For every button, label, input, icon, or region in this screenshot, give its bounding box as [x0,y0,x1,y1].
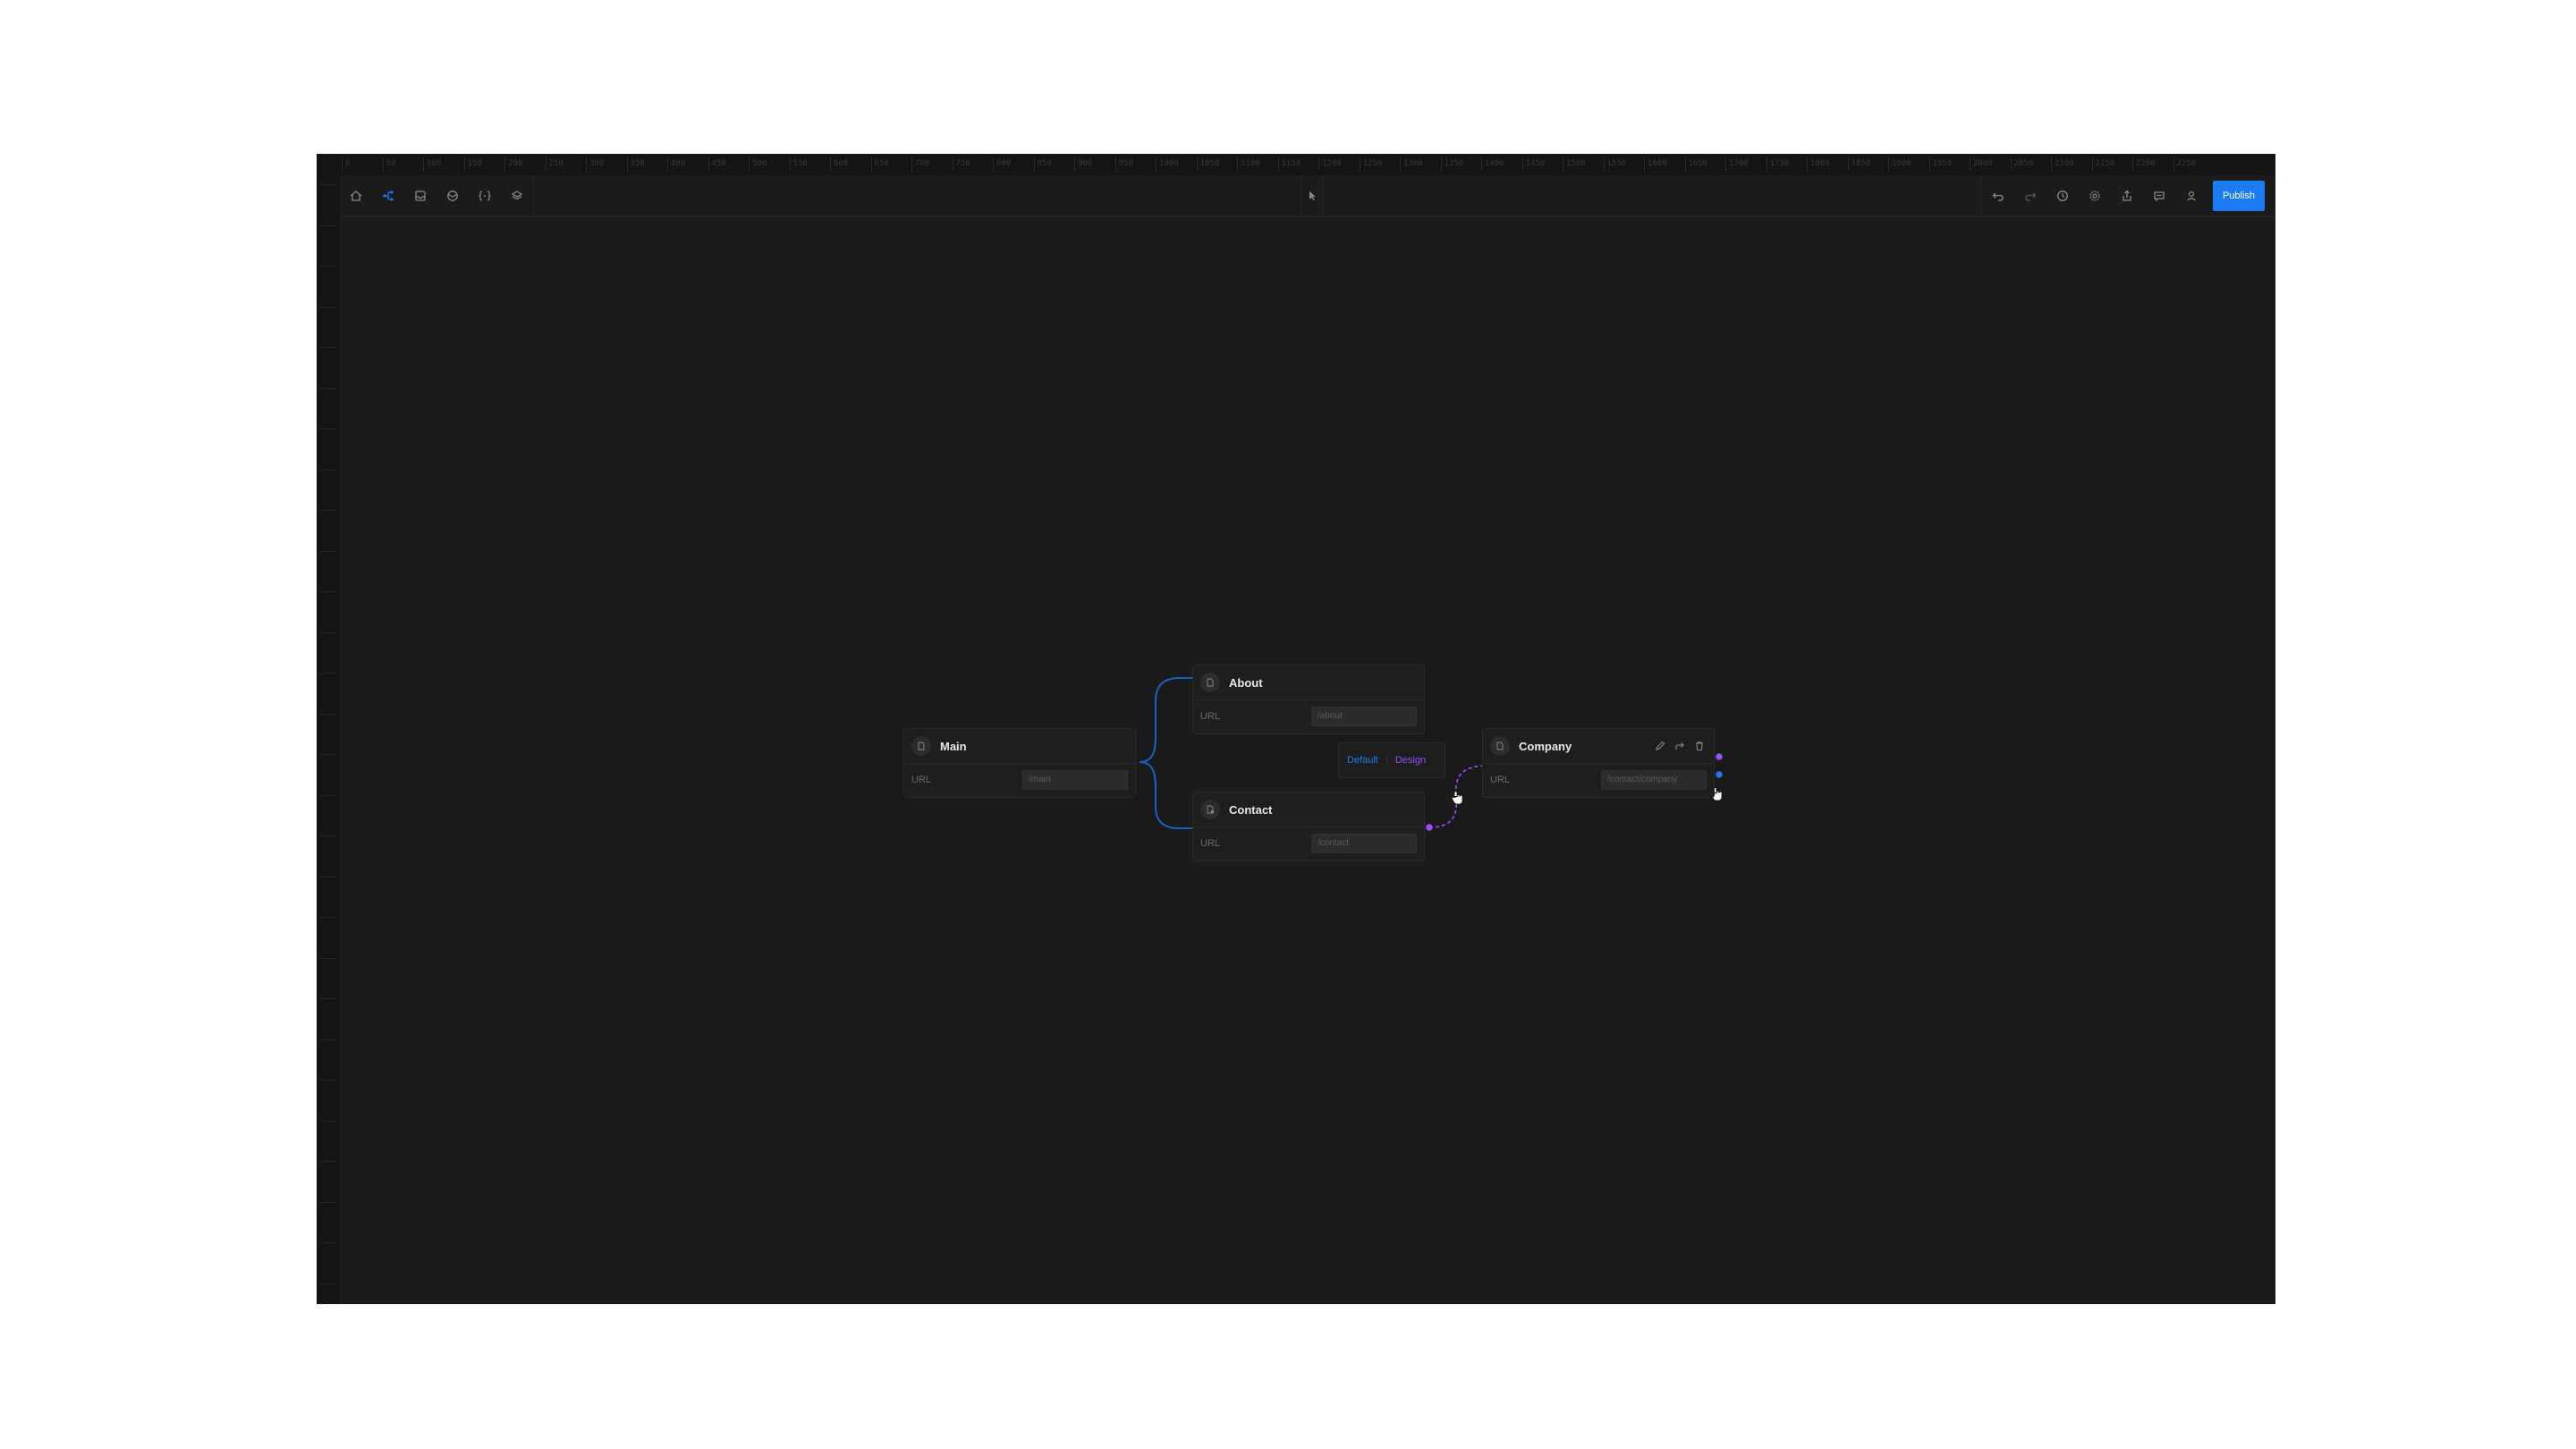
app-window: 0 50 100 150 200 250 300 350 400 450 500 550 600 650 7… [317,154,2275,1304]
node-title: Contact [1229,802,1273,817]
page-branch-icon [1200,800,1220,819]
pointer-cursor-icon [1451,791,1463,805]
url-row: URL /contact/company [1483,763,1714,797]
variant-switch: Default Design [1338,742,1445,778]
contact-output-port[interactable] [1424,822,1435,833]
node-title: About [1229,675,1263,690]
url-label: URL [1490,775,1511,785]
url-row: URL /main [904,763,1135,797]
url-row: URL /about [1193,699,1424,733]
node-header: Contact [1193,792,1424,827]
variant-design-tab[interactable]: Design [1385,755,1434,766]
url-input[interactable]: /contact/company [1601,770,1707,790]
company-output-port-default[interactable] [1714,769,1724,780]
variant-default-tab[interactable]: Default [1339,755,1386,766]
node-title: Company [1519,739,1572,753]
link-main-contact [1139,761,1193,829]
page-icon [911,736,931,756]
redirect-icon[interactable] [1674,741,1685,751]
node-header: Company [1483,729,1714,764]
company-output-port-design[interactable] [1714,751,1724,762]
link-main-about [1139,677,1193,763]
url-input[interactable]: /main [1022,770,1128,790]
node-header: About [1193,665,1424,700]
url-label: URL [1200,711,1221,722]
page-node-about[interactable]: About URL /about [1192,665,1425,734]
node-title: Main [940,739,967,753]
trash-icon[interactable] [1694,741,1705,751]
url-row: URL /contact [1193,826,1424,860]
node-header: Main [904,729,1135,764]
edit-icon[interactable] [1655,741,1665,751]
url-label: URL [911,775,932,785]
node-actions [1655,741,1705,751]
page-node-main[interactable]: Main URL /main [903,728,1136,798]
url-label: URL [1200,838,1221,849]
page-node-company[interactable]: Company URL /contact/company [1482,728,1715,798]
url-input[interactable]: /about [1311,707,1417,726]
page-node-contact[interactable]: Contact URL /contact [1192,792,1425,861]
page-icon [1200,673,1220,692]
url-input[interactable]: /contact [1311,834,1417,853]
page-icon [1490,736,1510,756]
